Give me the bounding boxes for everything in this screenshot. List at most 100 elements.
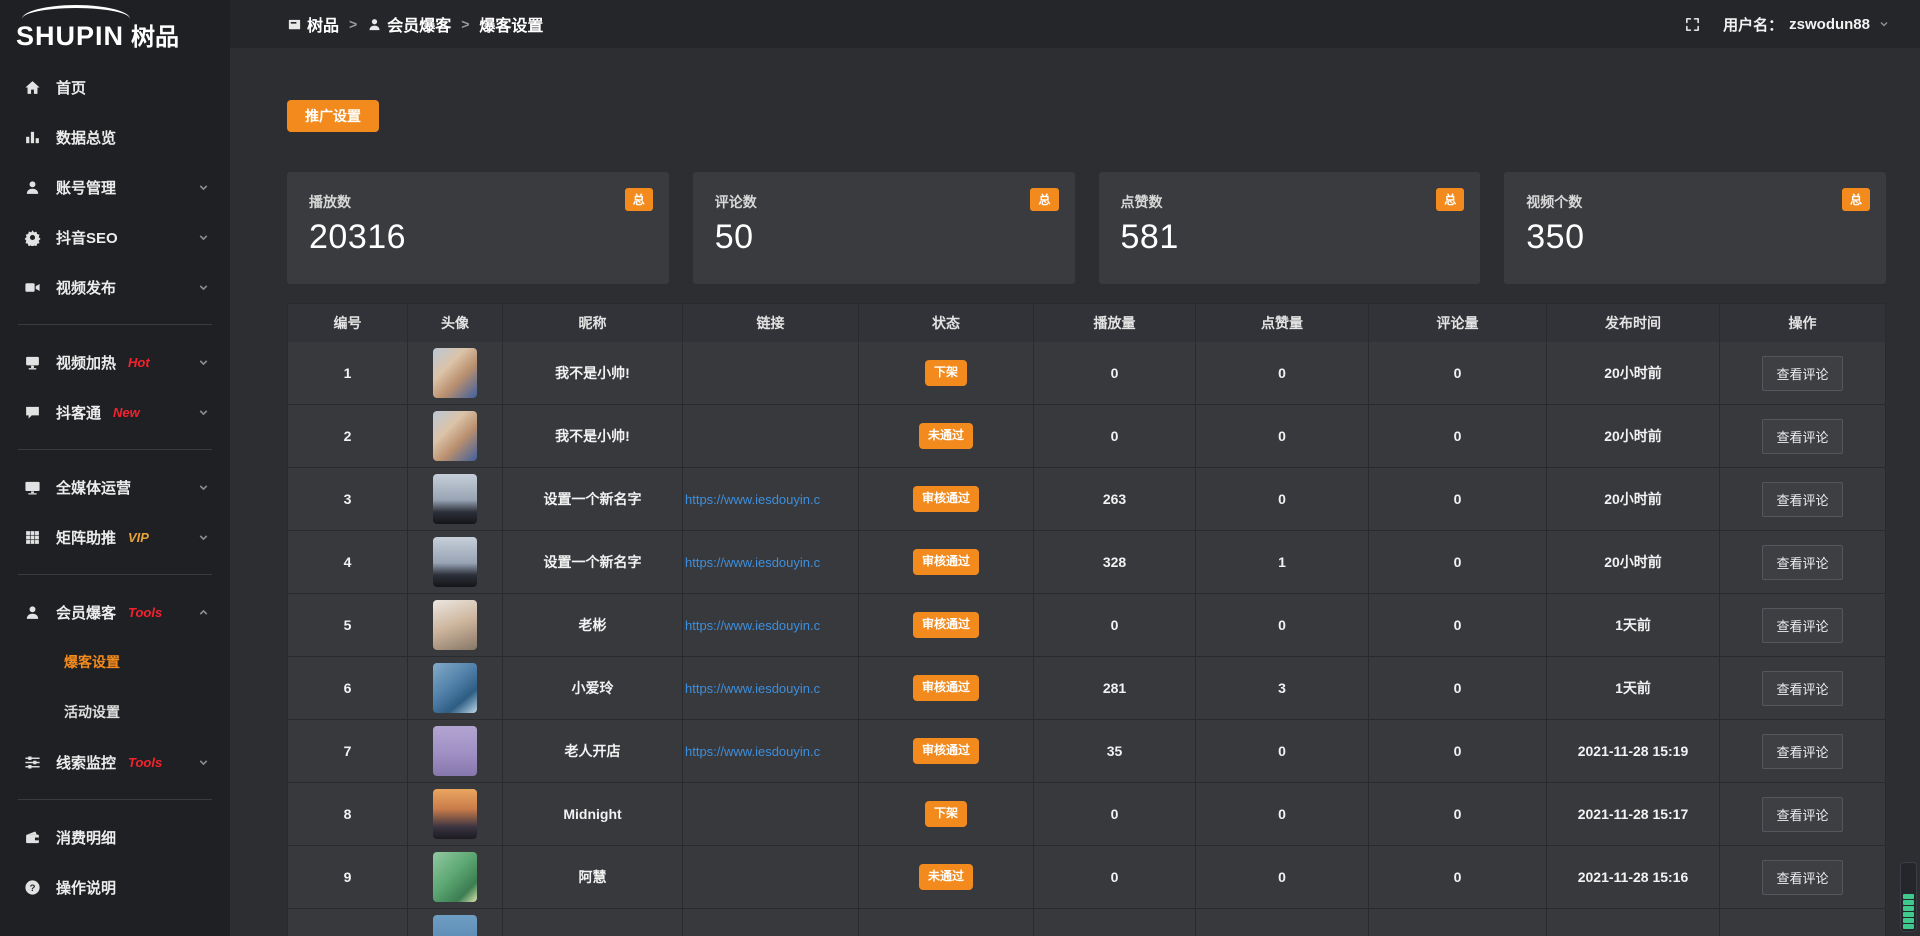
home-icon (24, 79, 41, 96)
view-comments-button[interactable]: 查看评论 (1762, 671, 1842, 706)
avatar-cell (408, 468, 503, 530)
status-badge[interactable]: 未通过 (919, 423, 973, 449)
floating-widget[interactable] (1900, 862, 1917, 932)
view-comments-button[interactable]: 查看评论 (1762, 482, 1842, 517)
likes-cell: 1 (1196, 531, 1369, 593)
view-comments-button[interactable]: 查看评论 (1762, 734, 1842, 769)
chevron-down-icon (197, 481, 210, 494)
video-link[interactable]: https://www.iesdouyin.c (685, 555, 820, 570)
breadcrumb-item-member-baoke[interactable]: 会员爆客 (367, 12, 451, 36)
row-number-cell: 4 (288, 531, 408, 593)
sidebar-badge-tools: Tools (128, 605, 162, 620)
sidebar-item-operation-guide[interactable]: ?操作说明 (0, 862, 230, 912)
status-badge[interactable]: 审核通过 (913, 549, 979, 575)
column-header: 播放量 (1034, 304, 1196, 342)
sidebar-badge-hot: Hot (128, 355, 150, 370)
nickname-cell: 老人开店 (503, 720, 683, 782)
cell (1369, 909, 1547, 936)
sidebar-item-label: 操作说明 (56, 877, 116, 898)
nickname-cell: 阿慧 (503, 846, 683, 908)
status-badge[interactable]: 下架 (925, 360, 967, 386)
sidebar-item-video-publish[interactable]: 视频发布 (0, 262, 230, 312)
stat-value: 20316 (309, 218, 647, 257)
breadcrumb-item-baoke-settings[interactable]: 爆客设置 (479, 12, 543, 36)
sidebar-item-douyin-seo[interactable]: 抖音SEO (0, 212, 230, 262)
user-menu[interactable]: 用户名：zswodun88 (1723, 14, 1890, 35)
sidebar-item-label: 消费明细 (56, 827, 116, 848)
link-cell (683, 846, 859, 908)
video-link[interactable]: https://www.iesdouyin.c (685, 681, 820, 696)
comments-cell: 0 (1369, 594, 1547, 656)
status-badge[interactable]: 审核通过 (913, 486, 979, 512)
plays-cell: 0 (1034, 783, 1196, 845)
table-row: 8Midnight下架0002021-11-28 15:17查看评论 (288, 783, 1885, 846)
sidebar-divider (18, 324, 212, 325)
likes-cell: 0 (1196, 846, 1369, 908)
sidebar-item-home[interactable]: 首页 (0, 62, 230, 112)
table-row: 6小爱玲https://www.iesdouyin.c审核通过281301天前查… (288, 657, 1885, 720)
avatar-cell (408, 846, 503, 908)
table-row: 7老人开店https://www.iesdouyin.c审核通过35002021… (288, 720, 1885, 783)
view-comments-button[interactable]: 查看评论 (1762, 797, 1842, 832)
sidebar-item-lead-monitor[interactable]: 线索监控Tools (0, 737, 230, 787)
sidebar: SHUPIN 树品 首页数据总览账号管理抖音SEO 视频发布视频加热Hot抖客通N… (0, 0, 230, 936)
username-value: zswodun88 (1789, 16, 1870, 33)
plays-cell: 328 (1034, 531, 1196, 593)
video-link[interactable]: https://www.iesdouyin.c (685, 744, 820, 759)
video-link[interactable]: https://www.iesdouyin.c (685, 492, 820, 507)
view-comments-button[interactable]: 查看评论 (1762, 419, 1842, 454)
row-number-cell: 7 (288, 720, 408, 782)
status-badge[interactable]: 审核通过 (913, 675, 979, 701)
action-cell: 查看评论 (1720, 657, 1885, 719)
avatar-cell (408, 342, 503, 404)
sidebar-item-label: 视频发布 (56, 277, 116, 298)
view-comments-button[interactable]: 查看评论 (1762, 356, 1842, 391)
sidebar-item-omni-media[interactable]: 全媒体运营 (0, 462, 230, 512)
status-badge[interactable]: 下架 (925, 801, 967, 827)
sidebar-item-member-baoke[interactable]: 会员爆客Tools (0, 587, 230, 637)
total-badge: 总 (1842, 188, 1870, 211)
plays-cell: 0 (1034, 405, 1196, 467)
app-logo[interactable]: SHUPIN 树品 (0, 0, 230, 58)
status-badge[interactable]: 审核通过 (913, 738, 979, 764)
view-comments-button[interactable]: 查看评论 (1762, 608, 1842, 643)
chevron-up-icon (197, 606, 210, 619)
sidebar-subitem-activity-settings[interactable]: 活动设置 (0, 687, 230, 737)
grid-icon (24, 529, 41, 546)
sidebar-item-consumption-detail[interactable]: 消费明细 (0, 812, 230, 862)
video-link[interactable]: https://www.iesdouyin.c (685, 618, 820, 633)
sidebar-subitem-baoke-settings[interactable]: 爆客设置 (0, 637, 230, 687)
action-cell: 查看评论 (1720, 783, 1885, 845)
publish-time-cell: 20小时前 (1547, 405, 1720, 467)
column-header: 评论量 (1369, 304, 1547, 342)
fullscreen-icon[interactable] (1684, 16, 1701, 33)
promo-settings-button[interactable]: 推广设置 (287, 100, 379, 132)
plays-cell: 35 (1034, 720, 1196, 782)
comments-cell: 0 (1369, 468, 1547, 530)
monitor-icon (24, 479, 41, 496)
sidebar-item-account-management[interactable]: 账号管理 (0, 162, 230, 212)
status-cell: 审核通过 (859, 531, 1034, 593)
status-badge[interactable]: 审核通过 (913, 612, 979, 638)
action-cell: 查看评论 (1720, 594, 1885, 656)
link-cell: https://www.iesdouyin.c (683, 531, 859, 593)
action-cell: 查看评论 (1720, 405, 1885, 467)
column-header: 操作 (1720, 304, 1885, 342)
topbar: 树品>会员爆客>爆客设置 用户名：zswodun88 (230, 0, 1920, 48)
sidebar-item-matrix-boost[interactable]: 矩阵助推VIP (0, 512, 230, 562)
view-comments-button[interactable]: 查看评论 (1762, 545, 1842, 580)
user-icon (367, 17, 382, 32)
sidebar-item-doukertong[interactable]: 抖客通New (0, 387, 230, 437)
table-body: 1我不是小帅!下架00020小时前查看评论2我不是小帅!未通过00020小时前查… (288, 342, 1885, 936)
table-row: 1我不是小帅!下架00020小时前查看评论 (288, 342, 1885, 405)
breadcrumb-item-shupin[interactable]: 树品 (287, 12, 339, 36)
status-badge[interactable]: 未通过 (919, 864, 973, 890)
column-header: 点赞量 (1196, 304, 1369, 342)
gear-icon (24, 229, 41, 246)
sidebar-item-video-heat[interactable]: 视频加热Hot (0, 337, 230, 387)
view-comments-button[interactable]: 查看评论 (1762, 860, 1842, 895)
cell (1720, 909, 1885, 936)
avatar (433, 537, 477, 587)
status-cell: 未通过 (859, 405, 1034, 467)
sidebar-item-data-overview[interactable]: 数据总览 (0, 112, 230, 162)
